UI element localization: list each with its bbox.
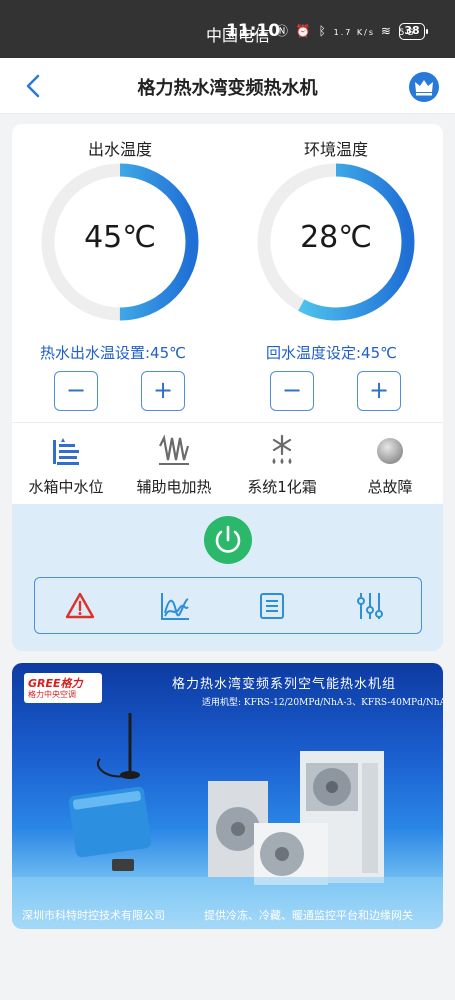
alarm-clock-icon: ⏰: [295, 24, 313, 38]
vip-crown-button[interactable]: [409, 72, 439, 102]
return-temp-increase-button[interactable]: +: [357, 371, 401, 411]
bluetooth-icon: ᛒ: [318, 24, 328, 38]
return-temp-setting: 回水温度设定:45℃: [266, 344, 397, 362]
outlet-temp-label: 出水温度: [87, 140, 152, 159]
alarm-icon[interactable]: [65, 591, 95, 621]
outlet-temp-increase-button[interactable]: +: [141, 371, 185, 411]
gree-brand-sub: 格力中央空调: [28, 690, 76, 699]
power-button[interactable]: [204, 516, 252, 564]
status-defrost-label: 系统1化霜: [247, 478, 317, 496]
banner-company: 深圳市科特时控技术有限公司: [22, 909, 165, 922]
banner-title: 格力热水湾变频系列空气能热水机组: [172, 677, 397, 692]
battery-indicator: 38: [399, 23, 428, 40]
crown-icon: [415, 80, 433, 96]
device-status-card: 出水温度 45℃ 热水出水温设置:45℃ − + 环境温度 28℃ 回水温度设定…: [12, 124, 443, 651]
divider: [12, 422, 443, 423]
return-temp-decrease-button[interactable]: −: [270, 371, 314, 411]
status-icons: Ⓝ ⏰ ᛒ 1.7 K/s ≋ 5G: [276, 22, 415, 39]
power-icon: [215, 525, 241, 553]
status-bar: 中国电信 11:10 Ⓝ ⏰ ᛒ 1.7 K/s ≋ 5G 38: [0, 0, 455, 58]
status-water-level-label: 水箱中水位: [28, 478, 104, 496]
outlet-temp-value: 45℃: [84, 220, 156, 255]
banner-services: 提供冷冻、冷藏、暖通监控平台和边缘网关: [204, 909, 413, 922]
electric-heater-icon: [159, 434, 190, 465]
settings-sliders-icon[interactable]: [355, 591, 385, 621]
status-general-fault: 总故障: [336, 434, 443, 497]
defrost-icon: [272, 434, 292, 464]
ambient-temp-value: 28℃: [300, 220, 372, 255]
control-panel: [12, 504, 443, 651]
function-toolbar: [34, 577, 422, 634]
clock: 11:10: [226, 21, 281, 41]
net-speed: 1.7 K/s: [333, 28, 376, 37]
nfc-icon: Ⓝ: [276, 24, 291, 38]
status-electric-heater: 辅助电加热: [120, 434, 228, 497]
status-water-level: 水箱中水位: [12, 434, 120, 497]
status-general-fault-label: 总故障: [367, 478, 413, 496]
ambient-temp-label: 环境温度: [303, 140, 368, 159]
status-defrost: 系统1化霜: [228, 434, 336, 497]
wifi-icon: ≋: [380, 24, 393, 38]
outlet-temp-setting: 热水出水温设置:45℃: [40, 344, 186, 362]
product-banner[interactable]: GREE格力 格力中央空调 格力热水湾变频系列空气能热水机组 适用机型: KFR…: [12, 663, 443, 929]
fault-indicator-icon: [377, 438, 403, 464]
gree-logo: GREE格力 格力中央空调: [24, 673, 102, 703]
record-list-icon[interactable]: [257, 591, 287, 621]
curve-chart-icon[interactable]: [160, 591, 190, 621]
water-level-icon: [53, 438, 79, 465]
page-title: 格力热水湾变频热水机: [137, 78, 318, 99]
status-electric-heater-label: 辅助电加热: [136, 478, 212, 496]
outlet-temp-decrease-button[interactable]: −: [54, 371, 98, 411]
app-header: 格力热水湾变频热水机: [0, 58, 455, 114]
banner-models: 适用机型: KFRS-12/20MPd/NhA-3、KFRS-40MPd/NhA…: [202, 698, 443, 708]
